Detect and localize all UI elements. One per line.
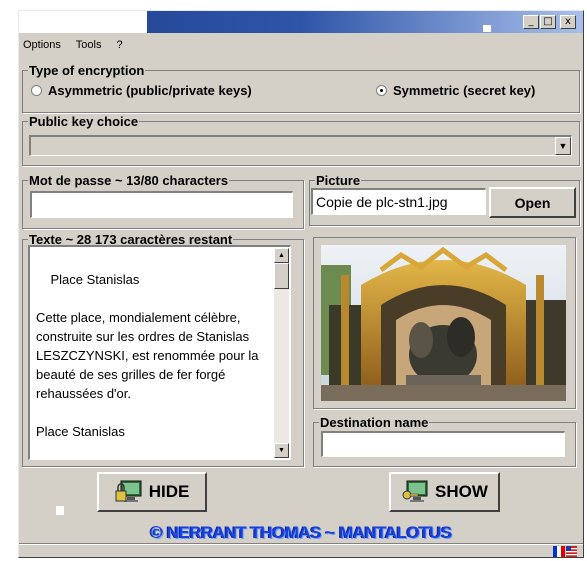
hide-label: HIDE: [148, 482, 190, 501]
monitor-key-icon: [402, 480, 428, 502]
open-button-label: Open: [514, 194, 551, 211]
close-button[interactable]: x: [560, 15, 576, 29]
title-area: [19, 11, 147, 33]
flag-icon[interactable]: [553, 546, 577, 557]
picture-file-name: Copie de plc-stn1.jpg: [316, 194, 448, 210]
artifact-marker: [56, 506, 64, 515]
destination-field[interactable]: [321, 431, 565, 457]
show-button[interactable]: SHOW: [389, 472, 500, 512]
picture-legend: Picture: [316, 173, 361, 188]
place-stanislas-image: [321, 245, 566, 401]
scroll-up-icon[interactable]: ▲: [274, 248, 289, 263]
message-text: Place Stanislas Cette place, mondialemen…: [36, 272, 259, 439]
menu-options[interactable]: Options: [23, 39, 61, 51]
message-textarea[interactable]: Place Stanislas Cette place, mondialemen…: [28, 245, 291, 460]
public-key-select[interactable]: ▼: [29, 135, 572, 156]
symmetric-radio[interactable]: Symmetric (secret key): [376, 83, 535, 98]
picture-preview: [321, 245, 566, 401]
menu-bar: Options Tools ?: [23, 39, 135, 57]
open-button[interactable]: Open: [489, 187, 576, 218]
asymmetric-radio[interactable]: Asymmetric (public/private keys): [31, 83, 252, 98]
author-credit: © NERRANT THOMAS ~ MANTALOTUS: [150, 523, 452, 542]
menu-help[interactable]: ?: [117, 39, 123, 51]
text-scrollbar[interactable]: ▲ ▼: [274, 248, 289, 458]
password-field[interactable]: [30, 191, 293, 218]
scroll-down-icon[interactable]: ▼: [274, 443, 289, 458]
public-key-legend: Public key choice: [29, 114, 139, 129]
minimize-button[interactable]: _: [523, 15, 539, 29]
encryption-legend: Type of encryption: [29, 63, 145, 78]
asymmetric-label: Asymmetric (public/private keys): [48, 83, 252, 98]
menu-tools[interactable]: Tools: [76, 39, 102, 51]
radio-checked-icon: [376, 85, 387, 96]
title-bar[interactable]: _ □ x: [19, 11, 583, 33]
destination-legend: Destination name: [320, 415, 429, 430]
monitor-lock-icon: [115, 480, 142, 502]
symmetric-label: Symmetric (secret key): [393, 83, 536, 98]
show-label: SHOW: [435, 482, 488, 501]
chevron-down-icon[interactable]: ▼: [555, 137, 571, 155]
password-legend: Mot de passe ~ 13/80 characters: [29, 173, 229, 188]
maximize-button[interactable]: □: [540, 15, 556, 29]
status-bar: [19, 543, 583, 560]
hide-button[interactable]: HIDE: [97, 472, 207, 512]
title-marker: [483, 25, 491, 32]
app-window: _ □ x Options Tools ? Type of encryption…: [18, 10, 584, 558]
radio-unchecked-icon: [31, 85, 42, 96]
scroll-thumb[interactable]: [274, 263, 289, 289]
picture-file-field[interactable]: Copie de plc-stn1.jpg: [311, 188, 486, 215]
